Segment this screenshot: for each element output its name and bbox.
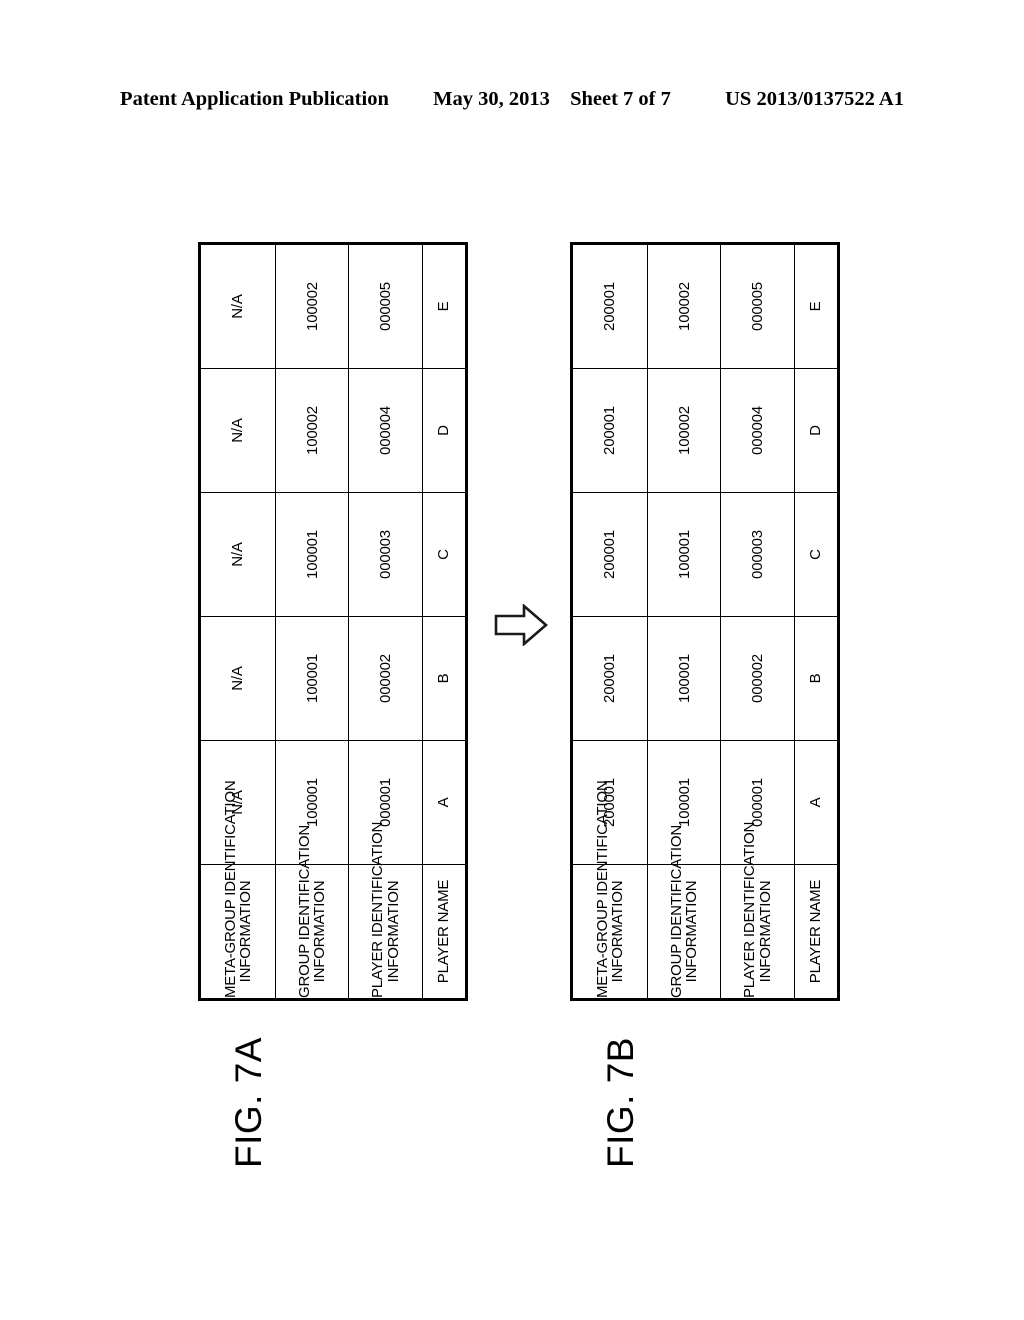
cell-group-d: 100002 [275, 368, 349, 493]
table-row-player-id: PLAYER IDENTIFICATION INFORMATION 000001… [348, 243, 423, 1000]
cell-player-id-b: 000002 [720, 616, 795, 741]
cell-player-name-e: E [794, 243, 839, 369]
table-row-group: GROUP IDENTIFICATION INFORMATION 100001 … [275, 243, 349, 1000]
cell-player-name-a: A [422, 740, 467, 865]
table-row-player-name: PLAYER NAME A B C D E [794, 243, 839, 1000]
cell-meta-group-b: 200001 [571, 616, 648, 741]
figure-caption-7b: FIG. 7B [600, 1037, 641, 1168]
table-row-meta-group: META-GROUP IDENTIFICATION INFORMATION N/… [199, 243, 276, 1000]
table-row-player-name: PLAYER NAME A B C D E [422, 243, 467, 1000]
cell-player-name-d: D [422, 368, 467, 493]
column-header-player-name: PLAYER NAME [422, 864, 467, 1000]
cell-player-id-b: 000002 [348, 616, 423, 741]
cell-group-b: 100001 [275, 616, 349, 741]
cell-group-c: 100001 [275, 492, 349, 617]
cell-meta-group-d: 200001 [571, 368, 648, 493]
cell-player-name-c: C [794, 492, 839, 617]
page-running-header: Patent Application Publication May 30, 2… [0, 88, 1024, 111]
cell-group-e: 100002 [275, 243, 349, 369]
column-header-group-identification: GROUP IDENTIFICATION INFORMATION [647, 825, 721, 1000]
cell-player-name-b: B [422, 616, 467, 741]
figure-7b-table-wrapper: META-GROUP IDENTIFICATION INFORMATION 20… [570, 243, 840, 1001]
column-header-meta-group-identification: META-GROUP IDENTIFICATION INFORMATION [571, 780, 648, 1000]
cell-group-b: 100001 [647, 616, 721, 741]
cell-player-name-e: E [422, 243, 467, 369]
cell-meta-group-d: N/A [199, 368, 276, 493]
cell-meta-group-c: 200001 [571, 492, 648, 617]
cell-player-id-c: 000003 [348, 492, 423, 617]
cell-meta-group-c: N/A [199, 492, 276, 617]
cell-player-name-b: B [794, 616, 839, 741]
column-header-player-identification: PLAYER IDENTIFICATION INFORMATION [348, 822, 423, 1000]
cell-meta-group-e: 200001 [571, 243, 648, 369]
header-date-label: May 30, 2013 [433, 88, 550, 110]
column-header-player-identification: PLAYER IDENTIFICATION INFORMATION [720, 822, 795, 1000]
cell-player-id-d: 000004 [348, 368, 423, 493]
header-sheet-label: Sheet 7 of 7 [570, 88, 671, 110]
player-table-7b: META-GROUP IDENTIFICATION INFORMATION 20… [570, 242, 840, 1001]
cell-meta-group-b: N/A [199, 616, 276, 741]
figure-caption-7a: FIG. 7A [228, 1037, 269, 1168]
header-publication-label: Patent Application Publication [120, 88, 389, 110]
right-arrow-icon [494, 603, 548, 647]
cell-group-e: 100002 [647, 243, 721, 369]
cell-player-name-d: D [794, 368, 839, 493]
column-header-meta-group-identification: META-GROUP IDENTIFICATION INFORMATION [199, 780, 276, 1000]
figure-7a-table-wrapper: META-GROUP IDENTIFICATION INFORMATION N/… [198, 243, 468, 1001]
cell-group-d: 100002 [647, 368, 721, 493]
header-document-number: US 2013/0137522 A1 [725, 88, 904, 110]
cell-group-c: 100001 [647, 492, 721, 617]
column-header-group-identification: GROUP IDENTIFICATION INFORMATION [275, 825, 349, 1000]
table-row-player-id: PLAYER IDENTIFICATION INFORMATION 000001… [720, 243, 795, 1000]
cell-player-name-a: A [794, 740, 839, 865]
player-table-7a: META-GROUP IDENTIFICATION INFORMATION N/… [198, 242, 468, 1001]
cell-player-id-d: 000004 [720, 368, 795, 493]
table-row-meta-group: META-GROUP IDENTIFICATION INFORMATION 20… [571, 243, 648, 1000]
column-header-player-name: PLAYER NAME [794, 864, 839, 1000]
cell-player-id-e: 000005 [720, 243, 795, 369]
cell-player-id-e: 000005 [348, 243, 423, 369]
cell-player-id-c: 000003 [720, 492, 795, 617]
cell-meta-group-e: N/A [199, 243, 276, 369]
table-row-group: GROUP IDENTIFICATION INFORMATION 100001 … [647, 243, 721, 1000]
cell-player-name-c: C [422, 492, 467, 617]
